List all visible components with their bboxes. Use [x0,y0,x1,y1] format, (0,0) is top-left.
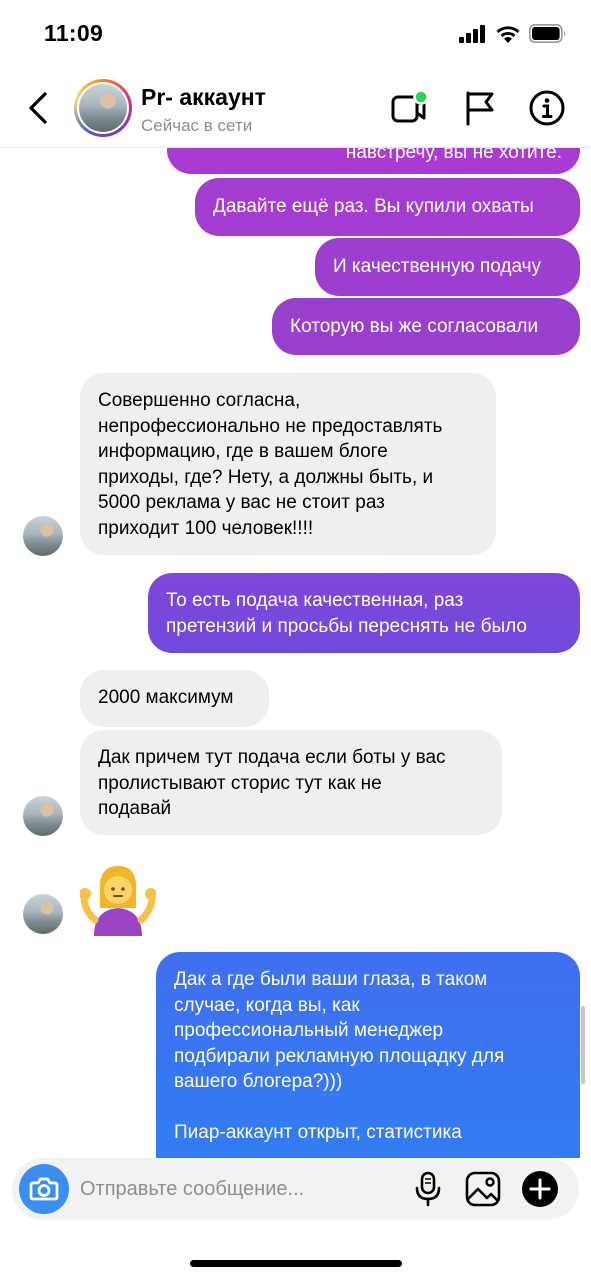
online-status: Сейчас в сети [141,116,253,135]
gallery-icon[interactable] [463,1169,503,1209]
message-list[interactable]: навстречу, вы не хотите. Давайте ещё раз… [0,148,591,1158]
cellular-signal-icon [459,24,485,43]
person-shrugging-emoji[interactable] [80,864,156,936]
info-icon[interactable] [527,88,567,128]
message-text: навстречу, вы не хотите. [345,148,562,163]
flag-icon[interactable] [460,88,500,128]
video-call-icon[interactable] [388,88,428,128]
message-bubble-outgoing[interactable]: навстречу, вы не хотите. [167,148,580,174]
message-text: И качественную подачу [333,256,542,277]
scrollbar[interactable] [581,1006,585,1084]
message-composer [12,1158,579,1220]
page-title[interactable]: Pr- аккаунт [141,84,266,111]
message-text: То есть подача качественная, раз претенз… [166,590,527,637]
sender-avatar[interactable] [23,894,63,934]
sender-avatar[interactable] [23,796,63,836]
avatar-photo [79,84,127,132]
message-bubble-outgoing[interactable]: То есть подача качественная, раз претенз… [148,573,580,653]
message-text: Совершенно согласна, непрофессионально н… [98,390,443,539]
message-text: 2000 максимум [98,687,234,708]
camera-icon [29,1177,59,1201]
avatar[interactable] [74,79,132,137]
message-text: Которую вы же согласовали [290,316,539,337]
message-bubble-outgoing[interactable]: Дак а где были ваши глаза, в таком случа… [156,952,580,1158]
sender-avatar[interactable] [23,516,63,556]
message-text: Дак а где были ваши глаза, в таком случа… [174,969,505,1143]
plus-icon[interactable] [520,1169,560,1209]
battery-icon [529,24,566,43]
microphone-icon[interactable] [408,1169,448,1209]
wifi-icon [496,26,520,43]
status-time: 11:09 [44,20,104,46]
message-bubble-outgoing[interactable]: И качественную подачу [315,238,580,296]
camera-button[interactable] [19,1164,69,1214]
message-bubble-outgoing[interactable]: Давайте ещё раз. Вы купили охваты [195,178,580,236]
message-bubble-outgoing[interactable]: Которую вы же согласовали [272,298,580,355]
message-text: Давайте ещё раз. Вы купили охваты [213,196,534,217]
status-bar: 11:09 [0,0,591,70]
message-bubble-incoming[interactable]: Совершенно согласна, непрофессионально н… [80,373,496,555]
message-input[interactable] [80,1175,400,1203]
home-indicator[interactable] [190,1260,402,1267]
message-bubble-incoming[interactable]: 2000 максимум [80,670,269,727]
chat-header: Pr- аккаунт Сейчас в сети [0,70,591,148]
message-bubble-incoming[interactable]: Дак причем тут подача если боты у вас пр… [80,730,502,835]
status-icons [459,24,567,43]
chevron-left-icon[interactable] [24,90,54,126]
message-text: Дак причем тут подача если боты у вас пр… [98,747,446,819]
